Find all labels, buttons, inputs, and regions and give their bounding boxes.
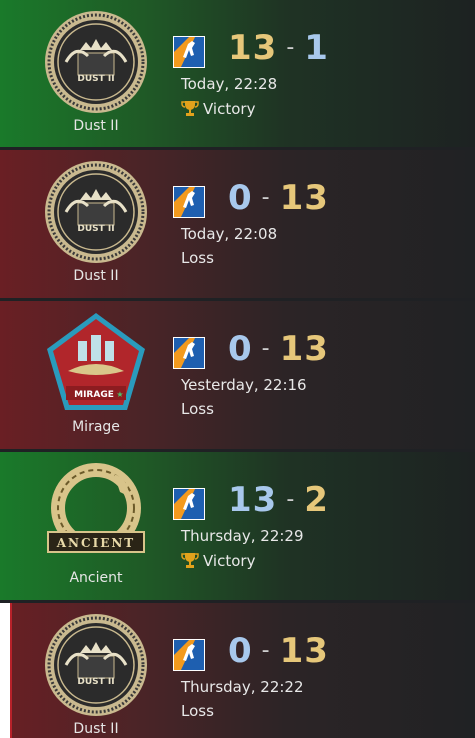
score-separator: -	[286, 35, 296, 60]
own-score: 13	[228, 28, 278, 68]
match-date: Thursday, 22:22	[181, 678, 304, 696]
match-score: 13-2	[228, 480, 329, 520]
trophy-icon	[181, 553, 199, 568]
emblem-text: DUST II	[77, 677, 114, 687]
dust2-emblem-icon: DUST II	[45, 614, 147, 716]
score-separator: -	[261, 638, 271, 663]
match-date: Today, 22:28	[181, 75, 278, 93]
match-card[interactable]: DUST II Dust II 0-13 Today, 22:08 Loss	[0, 150, 475, 298]
svg-text:★: ★	[116, 390, 123, 399]
mirage-emblem-icon: MIRAGE ★	[47, 313, 145, 410]
ancient-emblem-icon: ANCIENT	[47, 463, 145, 553]
match-result: Loss	[181, 249, 214, 267]
opponent-score: 2	[304, 480, 329, 520]
own-score: 13	[228, 480, 278, 520]
competitive-mode-icon	[173, 337, 205, 369]
match-card[interactable]: DUST II Dust II 0-13 Thursday, 22:22 Los…	[0, 603, 475, 738]
match-date: Thursday, 22:29	[181, 527, 304, 545]
dust2-emblem-icon: DUST II	[45, 161, 147, 263]
match-date: Yesterday, 22:16	[181, 376, 307, 394]
match-result: Victory	[181, 551, 255, 570]
dust2-emblem-icon: DUST II	[45, 11, 147, 113]
map-name: Dust II	[73, 268, 119, 284]
match-score: 0-13	[228, 329, 329, 369]
competitive-mode-icon	[173, 488, 205, 520]
match-card[interactable]: ANCIENT Ancient 13-2 Thursday, 22:29 Vic…	[0, 452, 475, 600]
result-label: Loss	[181, 702, 214, 720]
opponent-score: 1	[304, 28, 329, 68]
competitive-mode-icon	[173, 639, 205, 671]
emblem-text: DUST II	[77, 74, 114, 84]
score-separator: -	[261, 185, 271, 210]
match-card[interactable]: DUST II Dust II 13-1 Today, 22:28 Victor…	[0, 0, 475, 147]
score-separator: -	[261, 336, 271, 361]
match-card[interactable]: MIRAGE ★ Mirage 0-13 Yesterday, 22:16 Lo…	[0, 301, 475, 449]
match-score: 0-13	[228, 178, 329, 218]
match-result: Loss	[181, 400, 214, 418]
map-name: Dust II	[73, 721, 119, 737]
competitive-mode-icon	[173, 186, 205, 218]
opponent-score: 13	[279, 631, 329, 671]
map-name: Dust II	[73, 118, 119, 134]
result-label: Victory	[203, 552, 256, 570]
emblem-text: ANCIENT	[56, 536, 136, 550]
own-score: 0	[228, 631, 253, 671]
score-separator: -	[286, 487, 296, 512]
result-label: Loss	[181, 400, 214, 418]
result-label: Victory	[203, 100, 256, 118]
match-result: Loss	[181, 702, 214, 720]
match-history-list: DUST II Dust II 13-1 Today, 22:28 Victor…	[0, 0, 475, 738]
opponent-score: 13	[279, 329, 329, 369]
result-label: Loss	[181, 249, 214, 267]
map-name: Mirage	[72, 419, 120, 435]
trophy-icon	[181, 101, 199, 116]
emblem-text: MIRAGE	[74, 390, 114, 400]
match-score: 0-13	[228, 631, 329, 671]
match-score: 13-1	[228, 28, 329, 68]
own-score: 0	[228, 178, 253, 218]
emblem-text: DUST II	[77, 224, 114, 234]
match-date: Today, 22:08	[181, 225, 278, 243]
opponent-score: 13	[279, 178, 329, 218]
match-result: Victory	[181, 99, 255, 118]
competitive-mode-icon	[173, 36, 205, 68]
map-name: Ancient	[69, 570, 123, 586]
own-score: 0	[228, 329, 253, 369]
